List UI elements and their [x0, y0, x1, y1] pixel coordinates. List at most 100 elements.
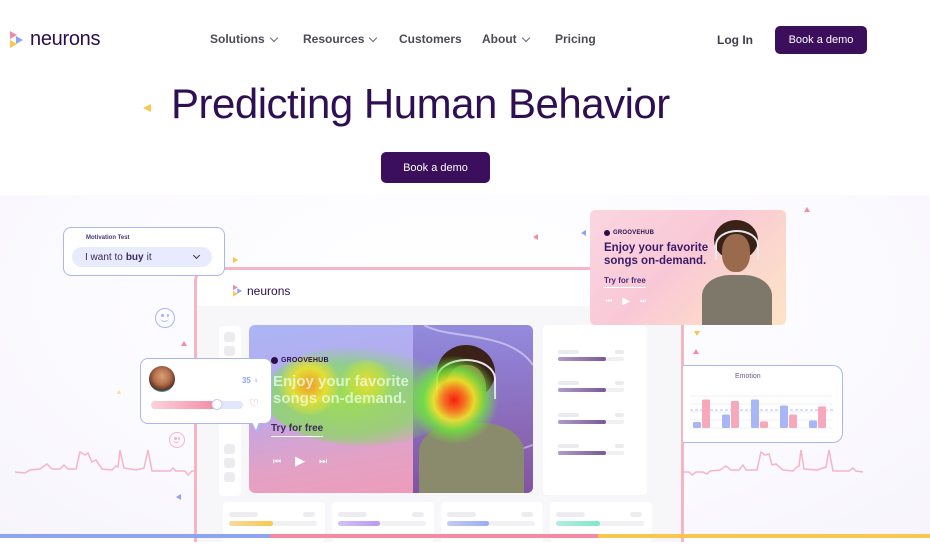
brand-logo[interactable]: neurons [10, 28, 100, 51]
emotion-bar-blue [780, 405, 788, 428]
female-icon: ♀ [253, 376, 259, 385]
engagement-slider[interactable] [151, 399, 243, 410]
top-nav: neurons Solutions Resources Customers Ab… [0, 0, 930, 80]
neurons-logo-icon [233, 284, 243, 298]
chevron-down-icon [269, 33, 278, 42]
decor-triangle-yellow [117, 390, 121, 394]
emotion-title: Emotion [735, 373, 761, 380]
floating-ad-card[interactable]: GROOVEHUB Enjoy your favorite songs on-d… [590, 210, 786, 325]
decor-triangle-pink [693, 349, 699, 354]
respondent-count: 35 ♀ [242, 376, 259, 385]
decor-triangle-yellow [143, 104, 151, 112]
respondent-card: 35 ♀ ♡ [140, 358, 272, 433]
play-icon[interactable]: ▶ [622, 296, 630, 307]
ad-person-image [702, 220, 774, 325]
sidebar-icon[interactable] [224, 472, 235, 482]
sidebar-icon[interactable] [224, 458, 235, 468]
ad-headline: Enjoy your favorite songs on-demand. [604, 242, 708, 268]
login-link[interactable]: Log In [717, 33, 753, 47]
select-prefix: I want to [85, 251, 123, 263]
chevron-down-icon [192, 251, 201, 260]
slider-handle[interactable] [211, 399, 223, 410]
chevron-down-icon [521, 33, 530, 42]
nav-about[interactable]: About [482, 32, 530, 46]
previous-icon[interactable]: ⏮ [273, 456, 281, 467]
hero-book-demo-button[interactable]: Book a demo [381, 152, 490, 183]
motivation-test-label: Motivation Test [86, 235, 130, 241]
sidebar-icon[interactable] [224, 346, 235, 356]
decor-triangle-pink [181, 341, 187, 346]
emotion-bar-blue [693, 422, 701, 428]
metric-bar-fill [558, 420, 606, 424]
ad-headline-line1: Enjoy your favorite [604, 242, 709, 254]
nav-resources[interactable]: Resources [303, 32, 378, 46]
select-bold: buy [125, 251, 144, 263]
ad-media-controls: ⏮ ▶ ⏭ [273, 453, 327, 469]
heatmap-blob [409, 355, 499, 445]
decor-triangle-yellow [694, 331, 700, 336]
decor-triangle-yellow [233, 257, 238, 263]
emotion-bar-blue [722, 414, 730, 428]
emotion-chart-card: Emotion [683, 365, 843, 443]
nav-customers[interactable]: Customers [399, 32, 462, 46]
nav-solutions-label: Solutions [210, 32, 265, 46]
ecg-line-right [683, 450, 863, 476]
previous-icon[interactable]: ⏮ [606, 298, 612, 306]
metrics-panel [543, 325, 647, 495]
hero-title: Predicting Human Behavior [171, 80, 670, 127]
bottom-strip-blue [0, 534, 270, 538]
motivation-select[interactable]: I want to buy it [72, 247, 212, 267]
ad-headline-line1: Enjoy your favorite [273, 373, 409, 390]
heatmap-ad-preview[interactable]: GROOVEHUB Enjoy your favorite songs on-d… [249, 325, 533, 493]
ad-cta-link[interactable]: Try for free [271, 423, 324, 437]
emotion-bar-blue [751, 399, 759, 428]
select-suffix: it [146, 251, 152, 263]
emotion-bar-pink [760, 421, 768, 428]
count-value: 35 [241, 376, 251, 385]
emotion-bar-pink [789, 414, 797, 428]
ad-cta-link[interactable]: Try for free [604, 276, 646, 288]
ad-headline: Enjoy your favorite songs on-demand. [273, 373, 409, 408]
bottom-strip-yellow [598, 534, 930, 538]
decor-triangle-blue [176, 494, 181, 500]
avatar [149, 366, 175, 392]
next-icon[interactable]: ⏭ [640, 298, 646, 306]
nav-resources-label: Resources [303, 32, 365, 46]
app-logo: neurons [233, 282, 290, 300]
chevron-down-icon [369, 33, 378, 42]
ad-headline-line2: songs on-demand. [604, 255, 707, 268]
next-icon[interactable]: ⏭ [319, 456, 327, 467]
smiley-blue-icon [155, 308, 175, 328]
decor-triangle-pink [533, 234, 538, 240]
ad-brand-text: GROOVEHUB [613, 230, 655, 236]
heart-icon[interactable]: ♡ [249, 397, 259, 410]
groovehub-logo-icon [271, 357, 278, 364]
ecg-line-left [14, 450, 200, 477]
ad-brand: GROOVEHUB [604, 230, 654, 236]
metric-card-fill [229, 521, 273, 526]
nav-about-label: About [482, 32, 517, 46]
ad-media-controls: ⏮ ▶ ⏭ [606, 296, 646, 307]
neurons-logo-icon [10, 30, 26, 49]
metric-card-fill [447, 521, 490, 526]
groovehub-logo-icon [604, 230, 610, 236]
nav-book-demo-button[interactable]: Book a demo [775, 26, 867, 54]
ad-brand: GROOVEHUB [271, 357, 329, 364]
decor-triangle-pink [804, 207, 810, 212]
metric-bar-fill [558, 388, 606, 392]
sidebar-icon[interactable] [224, 332, 235, 342]
nav-pricing[interactable]: Pricing [555, 32, 596, 46]
app-logo-text: neurons [247, 284, 291, 298]
slider-fill [151, 401, 218, 409]
emotion-bar-blue [809, 420, 817, 428]
callout-tail-inner [252, 422, 259, 430]
metric-card-fill [338, 521, 381, 526]
brand-name: neurons [30, 28, 101, 50]
sidebar-icon[interactable] [224, 444, 235, 454]
metric-bar-fill [558, 451, 606, 455]
metric-bar-fill [558, 357, 606, 361]
play-icon[interactable]: ▶ [295, 453, 305, 469]
nav-solutions[interactable]: Solutions [210, 32, 278, 46]
motivation-test-card: Motivation Test I want to buy it [63, 227, 225, 276]
emotion-bar-pink [818, 406, 826, 428]
